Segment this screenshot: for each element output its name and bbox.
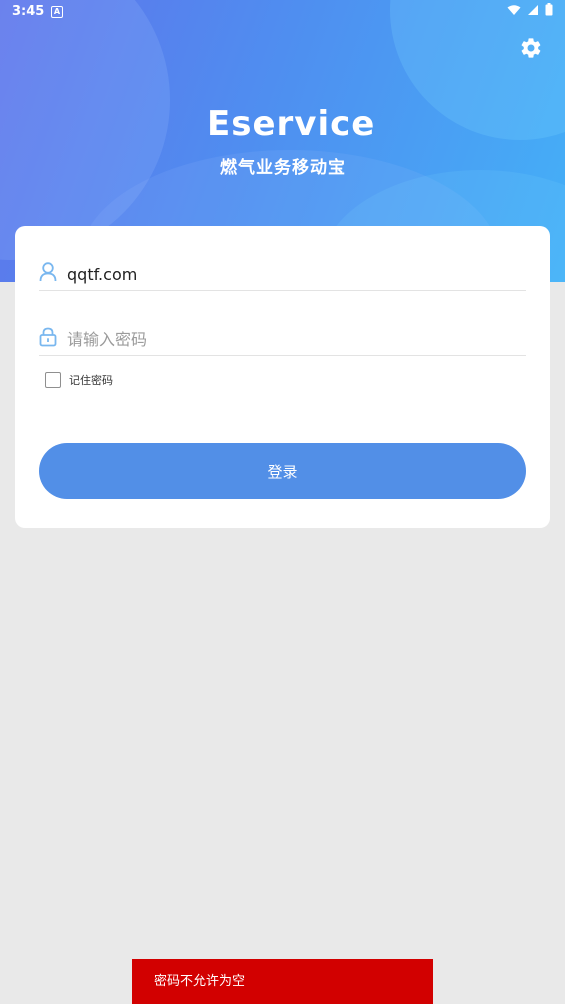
password-field bbox=[39, 325, 526, 356]
app-subtitle: 燃气业务移动宝 bbox=[220, 158, 346, 178]
settings-gear-icon[interactable] bbox=[519, 36, 543, 60]
user-icon bbox=[39, 262, 57, 282]
remember-password-checkbox[interactable] bbox=[45, 372, 61, 388]
login-card: 记住密码 登录 bbox=[15, 226, 550, 528]
cellular-signal-icon bbox=[528, 4, 538, 15]
lock-icon bbox=[39, 327, 57, 347]
password-input[interactable] bbox=[67, 325, 517, 353]
eservice-logo: Eservice bbox=[207, 104, 376, 144]
remember-password-label: 记住密码 bbox=[69, 374, 113, 387]
battery-icon bbox=[545, 3, 553, 16]
error-toast: 密码不允许为空 bbox=[132, 959, 433, 1004]
username-input[interactable] bbox=[67, 260, 517, 288]
notification-icon: A bbox=[51, 6, 63, 18]
remember-password[interactable]: 记住密码 bbox=[45, 372, 113, 388]
login-button[interactable]: 登录 bbox=[39, 443, 526, 499]
wifi-icon bbox=[507, 4, 521, 15]
status-bar: 3:45 A bbox=[0, 0, 565, 24]
status-icons bbox=[507, 3, 553, 16]
username-field bbox=[39, 260, 526, 291]
status-time: 3:45 bbox=[12, 4, 45, 19]
